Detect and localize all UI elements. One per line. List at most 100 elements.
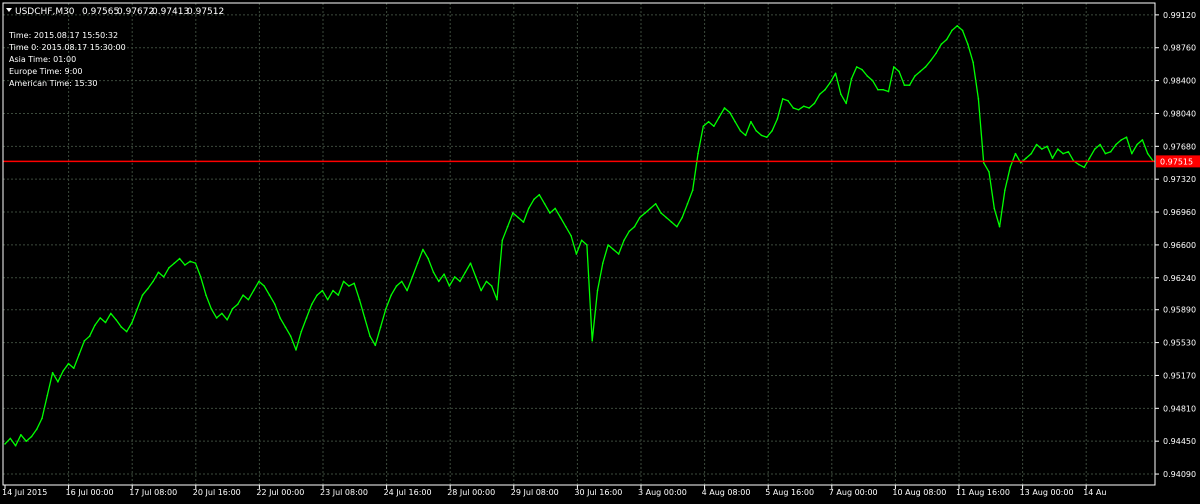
- price-point: [104, 321, 107, 324]
- price-point: [967, 43, 969, 45]
- price-point: [506, 225, 509, 228]
- price-point: [348, 285, 350, 287]
- price-point: [649, 207, 652, 210]
- ohlc-low: 0.97413: [152, 7, 189, 17]
- price-point: [242, 294, 244, 296]
- price-point: [739, 130, 742, 132]
- price-point: [448, 285, 451, 287]
- price-point: [469, 262, 472, 264]
- price-point: [596, 289, 599, 292]
- price-point: [924, 66, 927, 68]
- price-point: [316, 294, 318, 296]
- price-point: [358, 298, 361, 301]
- info-europe-time: Europe Time: 9:00: [9, 67, 82, 76]
- price-point: [274, 303, 276, 306]
- price-point: [670, 221, 673, 223]
- price-point: [840, 93, 842, 96]
- price-point: [829, 81, 832, 84]
- price-point: [443, 273, 445, 275]
- chart-header: USDCHF,M30 0.97565 0.97672 0.97413 0.975…: [6, 7, 224, 17]
- price-point: [1115, 143, 1117, 146]
- price-point: [1046, 145, 1048, 148]
- price-point: [379, 326, 382, 328]
- x-tick-label: 23 Jul 08:00: [320, 488, 368, 497]
- x-tick-label: 11 Aug 16:00: [956, 488, 1010, 497]
- price-point: [416, 262, 419, 264]
- price-point: [1083, 166, 1086, 169]
- price-point: [168, 266, 170, 269]
- price-point: [993, 207, 996, 210]
- price-point: [797, 109, 800, 111]
- price-point: [644, 212, 646, 214]
- price-point: [1030, 152, 1033, 155]
- price-point: [385, 308, 387, 310]
- price-point: [1131, 152, 1133, 155]
- info-time: Time: 2015.08.17 15:50:32: [8, 31, 118, 40]
- price-point: [718, 116, 720, 118]
- x-tick-label: 20 Jul 16:00: [193, 488, 241, 497]
- price-point: [824, 88, 826, 91]
- price-point: [855, 66, 858, 68]
- price-point: [422, 248, 424, 251]
- info-time0: Time 0: 2015.08.17 15:30:00: [8, 43, 126, 52]
- y-tick-label: 0.94450: [1163, 437, 1196, 446]
- price-point: [866, 75, 869, 77]
- price-point: [464, 271, 467, 274]
- price-point: [1056, 148, 1059, 150]
- price-point: [744, 134, 747, 137]
- price-point: [554, 207, 556, 210]
- price-point: [766, 136, 768, 138]
- price-point: [1136, 143, 1138, 146]
- y-tick-label: 0.97680: [1163, 142, 1196, 151]
- price-point: [152, 280, 154, 283]
- price-point: [30, 435, 33, 438]
- price-point: [411, 276, 414, 278]
- price-point: [776, 118, 779, 120]
- price-point: [1009, 166, 1011, 169]
- price-point: [607, 244, 609, 246]
- price-point: [665, 216, 668, 219]
- price-point: [877, 88, 879, 91]
- price-point: [522, 221, 525, 223]
- price-point: [395, 285, 398, 287]
- price-point: [617, 253, 620, 255]
- price-point: [342, 280, 345, 283]
- price-point: [834, 72, 837, 75]
- price-point: [628, 230, 631, 233]
- y-tick-label: 0.96960: [1163, 208, 1196, 217]
- price-point: [813, 102, 816, 105]
- price-point: [94, 324, 96, 327]
- x-tick-label: 22 Jul 00:00: [256, 488, 304, 497]
- y-tick-label: 0.95530: [1163, 339, 1196, 348]
- price-point: [78, 353, 80, 356]
- price-point: [512, 212, 514, 214]
- price-point: [231, 308, 234, 310]
- x-tick-label: 28 Jul 00:00: [447, 488, 495, 497]
- price-point: [871, 79, 874, 82]
- chart-root: 0.97515 0.99120 0.98760 0.98400 0.98040 0.97…: [0, 0, 1200, 500]
- price-point: [564, 225, 567, 228]
- price-point: [945, 38, 948, 41]
- price-point: [289, 335, 292, 338]
- price-point: [681, 216, 683, 219]
- price-point: [602, 262, 604, 264]
- price-point: [1078, 163, 1080, 166]
- price-point: [527, 207, 530, 210]
- price-point: [162, 276, 165, 278]
- price-point: [120, 326, 123, 328]
- price-chart[interactable]: 0.97515 0.99120 0.98760 0.98400 0.98040 0.97…: [0, 0, 1200, 500]
- price-point: [311, 303, 313, 306]
- x-tick-label: 16 Jul 00:00: [66, 488, 114, 497]
- price-point: [72, 367, 75, 369]
- price-point: [147, 287, 149, 290]
- price-point: [723, 107, 726, 109]
- info-asia-time: Asia Time: 01:00: [9, 55, 76, 64]
- price-point: [194, 262, 197, 264]
- price-point: [279, 317, 281, 319]
- price-point: [14, 444, 17, 447]
- price-point: [887, 90, 890, 93]
- price-point: [236, 303, 239, 306]
- price-point: [189, 260, 191, 263]
- x-tick-label: 14 Au: [1083, 488, 1106, 497]
- price-point: [475, 276, 477, 278]
